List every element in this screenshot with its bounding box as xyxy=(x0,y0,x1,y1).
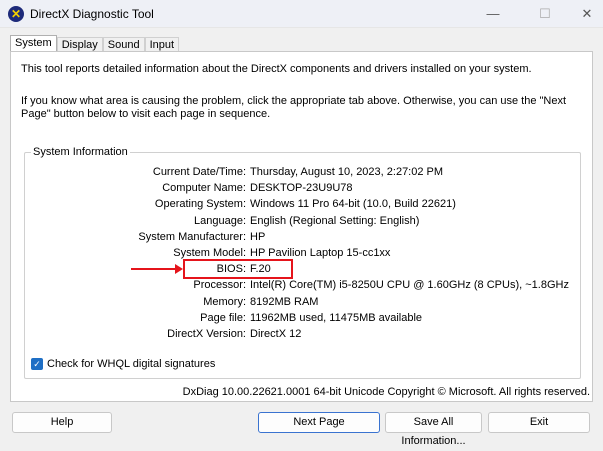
info-row: Page file: 11962MB used, 11475MB availabl… xyxy=(25,312,582,326)
info-row: Computer Name: DESKTOP-23U9U78 xyxy=(25,182,582,196)
info-row: Current Date/Time: Thursday, August 10, 2… xyxy=(25,166,582,180)
system-tab-panel: This tool reports detailed information a… xyxy=(10,51,593,402)
whql-label: Check for WHQL digital signatures xyxy=(47,358,216,370)
instructions-text: If you know what area is causing the pro… xyxy=(21,95,567,120)
info-row: DirectX Version: DirectX 12 xyxy=(25,328,582,342)
info-label: Page file: xyxy=(200,311,246,324)
tab-bar: System Display Sound Input xyxy=(10,35,180,52)
info-row: System Manufacturer: HP xyxy=(25,231,582,245)
close-button[interactable]: ✕ xyxy=(572,4,602,24)
red-arrow-annotation xyxy=(131,264,183,274)
info-value: 11962MB used, 11475MB available xyxy=(250,311,423,324)
info-label: Computer Name: xyxy=(162,182,246,195)
info-value: Thursday, August 10, 2023, 2:27:02 PM xyxy=(250,166,444,178)
save-all-information-button[interactable]: Save All Information... xyxy=(385,412,482,447)
footer-text: DxDiag 10.00.22621.0001 64-bit Unicode C… xyxy=(182,386,590,398)
tab-display[interactable]: Display xyxy=(56,37,103,52)
exit-button[interactable]: Exit xyxy=(488,412,590,433)
info-label: System Model: xyxy=(173,247,246,259)
info-value: DirectX 12 xyxy=(250,328,302,340)
info-label: Current Date/Time: xyxy=(152,166,246,178)
maximize-button[interactable]: ☐ xyxy=(530,4,560,24)
info-label: Language: xyxy=(194,214,246,227)
info-row: Memory: 8192MB RAM xyxy=(25,296,582,310)
info-value: HP Pavilion Laptop 15-cc1xx xyxy=(250,247,391,259)
tab-sound[interactable]: Sound xyxy=(102,37,145,52)
info-label: Operating System: xyxy=(154,198,246,211)
info-value: English (Regional Setting: English) xyxy=(250,214,420,227)
info-label: DirectX Version: xyxy=(167,328,246,340)
bios-highlight-box xyxy=(183,259,293,279)
intro-text: This tool reports detailed information a… xyxy=(21,63,532,75)
info-label: System Manufacturer: xyxy=(138,230,246,243)
help-button[interactable]: Help xyxy=(12,412,112,433)
info-row: BIOS: F.20 xyxy=(25,263,582,277)
info-value: Windows 11 Pro 64-bit (10.0, Build 22621… xyxy=(250,198,456,211)
info-row: System Model: HP Pavilion Laptop 15-cc1xx xyxy=(25,247,582,261)
info-value: DESKTOP-23U9U78 xyxy=(250,182,353,195)
info-row: Processor: Intel(R) Core(TM) i5-8250U CPU… xyxy=(25,279,582,293)
info-row: Language: English (Regional Setting: Engl… xyxy=(25,215,582,229)
info-row: Operating System: Windows 11 Pro 64-bit (… xyxy=(25,198,582,212)
info-value: 8192MB RAM xyxy=(250,295,319,308)
directx-icon: ✕ xyxy=(8,6,24,22)
window-title: DirectX Diagnostic Tool xyxy=(30,7,154,21)
system-information-group: System Information Current Date/Time: Thu… xyxy=(24,146,582,379)
tab-input[interactable]: Input xyxy=(144,37,180,52)
tab-system[interactable]: System xyxy=(10,35,57,52)
info-value: HP xyxy=(250,230,266,243)
group-title: System Information xyxy=(31,146,130,158)
whql-checkbox[interactable]: ✓ Check for WHQL digital signatures xyxy=(31,358,215,370)
minimize-button[interactable]: — xyxy=(478,4,508,24)
checkmark-icon: ✓ xyxy=(31,358,43,370)
title-bar: ✕ DirectX Diagnostic Tool — ☐ ✕ xyxy=(0,0,603,28)
info-label: Memory: xyxy=(203,295,246,308)
info-label: Processor: xyxy=(193,279,246,292)
info-value: Intel(R) Core(TM) i5-8250U CPU @ 1.60GHz… xyxy=(250,279,569,292)
next-page-button[interactable]: Next Page xyxy=(258,412,380,433)
